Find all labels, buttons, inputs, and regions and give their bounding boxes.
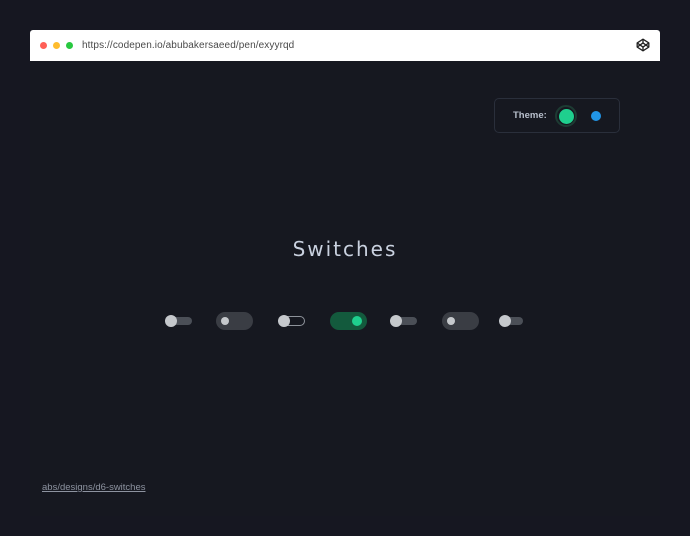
switch-knob — [447, 317, 455, 325]
switch-4-on[interactable] — [330, 312, 367, 330]
window-controls — [40, 42, 73, 49]
browser-address-bar: https://codepen.io/abubakersaeed/pen/exy… — [30, 30, 660, 61]
theme-picker: Theme: — [494, 98, 620, 133]
switch-1[interactable] — [165, 314, 192, 328]
url-text[interactable]: https://codepen.io/abubakersaeed/pen/exy… — [82, 40, 294, 51]
switch-6[interactable] — [442, 312, 479, 330]
green-swatch — [558, 108, 574, 124]
switch-5[interactable] — [390, 314, 417, 328]
theme-option-green[interactable] — [555, 105, 577, 127]
theme-option-blue[interactable] — [591, 111, 601, 121]
switch-7[interactable] — [499, 314, 523, 328]
footer-link[interactable]: abs/designs/d6-switches — [42, 482, 146, 493]
pen-preview: Theme: Switches abs/designs/d6-switches — [30, 61, 660, 516]
codepen-icon[interactable] — [636, 38, 650, 52]
screen: https://codepen.io/abubakersaeed/pen/exy… — [0, 0, 690, 536]
maximize-window-dot[interactable] — [66, 42, 73, 49]
switch-knob — [499, 315, 511, 327]
switch-knob — [390, 315, 402, 327]
minimize-window-dot[interactable] — [53, 42, 60, 49]
switch-knob — [278, 315, 290, 327]
switch-knob — [165, 315, 177, 327]
switch-2[interactable] — [216, 312, 253, 330]
switch-knob — [352, 316, 362, 326]
switch-knob — [221, 317, 229, 325]
page-title: Switches — [292, 237, 398, 261]
switch-3[interactable] — [278, 314, 305, 328]
close-window-dot[interactable] — [40, 42, 47, 49]
theme-label: Theme: — [513, 110, 547, 121]
